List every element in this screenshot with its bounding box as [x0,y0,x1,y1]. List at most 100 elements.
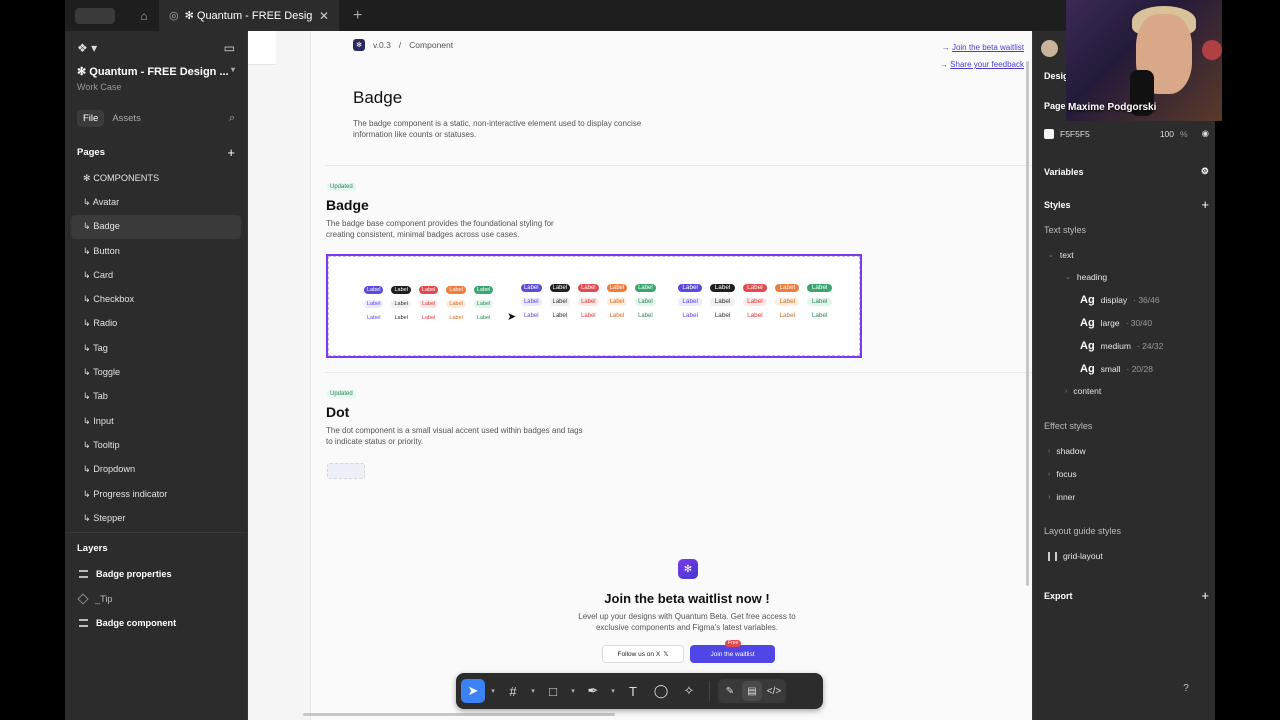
page-item-button[interactable]: ↳ Button [71,239,241,263]
text-tool-icon[interactable]: T [621,679,645,703]
close-icon[interactable]: ✕ [319,9,329,23]
divider [325,165,1032,166]
dev-mode-icon[interactable]: </> [764,681,784,701]
tab-assets[interactable]: Assets [112,113,141,124]
rectangle-tool-icon[interactable]: □ [541,679,565,703]
help-button[interactable]: ? [1177,679,1195,697]
add-page-icon[interactable]: + [227,145,235,160]
window-controls[interactable] [75,7,115,24]
style-meta: · 36/46 [1133,295,1160,305]
chevron-right-icon[interactable]: › [1048,494,1050,501]
page-item-radio[interactable]: ↳ Radio [71,312,241,336]
page-item-checkbox[interactable]: ↳ Checkbox [71,287,241,311]
join-waitlist-button[interactable]: Join the waitlist [690,645,775,663]
chevron-down-icon[interactable]: ▾ [569,687,577,695]
crumb-page: Component [409,40,454,50]
variables-row[interactable]: Variables ⚙ [1044,166,1209,177]
sidebar-toggle-icon[interactable]: ▭ [224,41,235,55]
color-swatch[interactable] [1044,128,1054,139]
text-style-item[interactable]: Ag large · 30/40 [1080,317,1152,329]
effect-style-item[interactable]: › shadow [1048,446,1086,456]
chevron-right-icon[interactable]: › [1048,471,1050,478]
page-item-stepper[interactable]: ↳ Stepper [71,506,241,528]
actions-tool-icon[interactable]: ✧ [677,679,701,703]
crumb-version: v.0.3 [373,40,391,50]
chevron-down-icon[interactable]: ⌄ [1048,251,1054,259]
page-item-card[interactable]: ↳ Card [71,263,241,287]
add-style-icon[interactable]: + [1201,197,1209,212]
vertical-scrollbar[interactable] [1026,61,1029,586]
chevron-down-icon[interactable]: ⌄ [1065,273,1071,281]
page-item-dropdown[interactable]: ↳ Dropdown [71,458,241,482]
layer-item[interactable]: Badge component [65,611,247,636]
tab-file[interactable]: ◎ ✻ Quantum - FREE Design System ✕ [159,0,339,31]
effect-styles-label: Effect styles [1044,421,1093,431]
eye-icon[interactable]: ◉ [1202,128,1209,139]
badge: Label [779,312,796,319]
chevron-down-icon[interactable]: ▾ [529,687,537,695]
text-style-item[interactable]: Ag medium · 24/32 [1080,340,1163,352]
home-icon[interactable]: ⌂ [129,6,159,26]
badge: Label [747,312,763,319]
chevron-down-icon[interactable]: ▾ [609,687,617,695]
chevron-down-icon[interactable]: ▾ [231,65,235,78]
move-tool-icon[interactable]: ➤ [461,679,485,703]
frame-tool-icon[interactable]: # [501,679,525,703]
style-group-content[interactable]: › content [1065,386,1101,396]
group-label: text [1059,250,1074,260]
page-item-input[interactable]: ↳ Input [71,409,241,433]
new-tab-icon[interactable]: + [353,7,362,25]
layer-item[interactable]: _Tip [65,587,247,612]
canvas[interactable]: ✻ v.0.3 / Component → Join the beta wait… [248,31,1032,720]
page-item-progress-indicator[interactable]: ↳ Progress indicator [71,482,241,506]
text-style-item[interactable]: Ag small · 20/28 [1080,363,1153,375]
chevron-down-icon[interactable]: ▾ [489,687,497,695]
add-export-icon[interactable]: + [1201,588,1209,603]
chevron-right-icon[interactable]: › [1065,388,1067,395]
dot-component-set[interactable] [327,463,365,479]
page-item-avatar[interactable]: ↳ Avatar [71,190,241,214]
variables-icon[interactable]: ⚙ [1201,166,1209,177]
cta-title: Join the beta waitlist now ! [604,591,770,606]
badge: Label [714,312,731,319]
text-style-item[interactable]: Ag display · 36/46 [1080,294,1160,306]
effect-style-item[interactable]: › inner [1048,492,1075,502]
style-name: medium [1100,341,1131,351]
layer-item[interactable]: Badge properties [65,562,247,587]
effect-style-item[interactable]: › focus [1048,469,1077,479]
page-item-tooltip[interactable]: ↳ Tooltip [71,433,241,457]
page-opacity-value[interactable]: 100 [1160,129,1174,139]
style-name: focus [1056,469,1077,479]
canvas-gutter [248,31,310,720]
pen-tool-icon[interactable]: ✒ [581,679,605,703]
feedback-link[interactable]: → Share your feedback [940,56,1024,73]
comment-tool-icon[interactable]: ◯ [649,679,673,703]
chevron-right-icon[interactable]: › [1048,448,1050,455]
tab-file-panel[interactable]: File [77,110,105,127]
layout-guide-item[interactable]: grid-layout [1048,551,1103,561]
follow-on-x-button[interactable]: Follow us on X𝕏 [602,645,684,663]
style-group-heading[interactable]: ⌄ heading [1065,272,1107,282]
page-item-components[interactable]: ✻ COMPONENTS [71,166,241,190]
design-mode-icon[interactable]: ▤ [742,681,762,701]
page-color-row[interactable]: F5F5F5 100 % ◉ [1044,128,1209,139]
file-title[interactable]: ✻ Quantum - FREE Design ... [77,65,229,78]
avatar[interactable] [1041,40,1058,57]
page-item-toggle[interactable]: ↳ Toggle [71,360,241,384]
horizontal-scrollbar[interactable] [303,713,615,716]
beta-waitlist-link[interactable]: → Join the beta waitlist [940,39,1024,56]
badge: Label [578,298,599,306]
page-color-value[interactable]: F5F5F5 [1060,129,1090,139]
page-item-tag[interactable]: ↳ Tag [71,336,241,360]
search-icon[interactable]: ⌕ [229,112,235,125]
draw-mode-icon[interactable]: ✎ [720,681,740,701]
page-item-badge[interactable]: ↳ Badge [71,214,241,239]
page-item-tab[interactable]: ↳ Tab [71,385,241,409]
figma-menu-icon[interactable]: ❖ ▾ [77,41,97,55]
badge-component-set[interactable]: Label Label Label Label Label Label Label Labe… [326,254,862,358]
arrow-right-icon: → [939,60,951,69]
badge: Label [418,300,439,308]
documentation-frame[interactable]: ✻ v.0.3 / Component → Join the beta wait… [310,31,1032,720]
badge: Label [473,300,494,308]
style-group-text[interactable]: ⌄ text [1048,250,1074,260]
